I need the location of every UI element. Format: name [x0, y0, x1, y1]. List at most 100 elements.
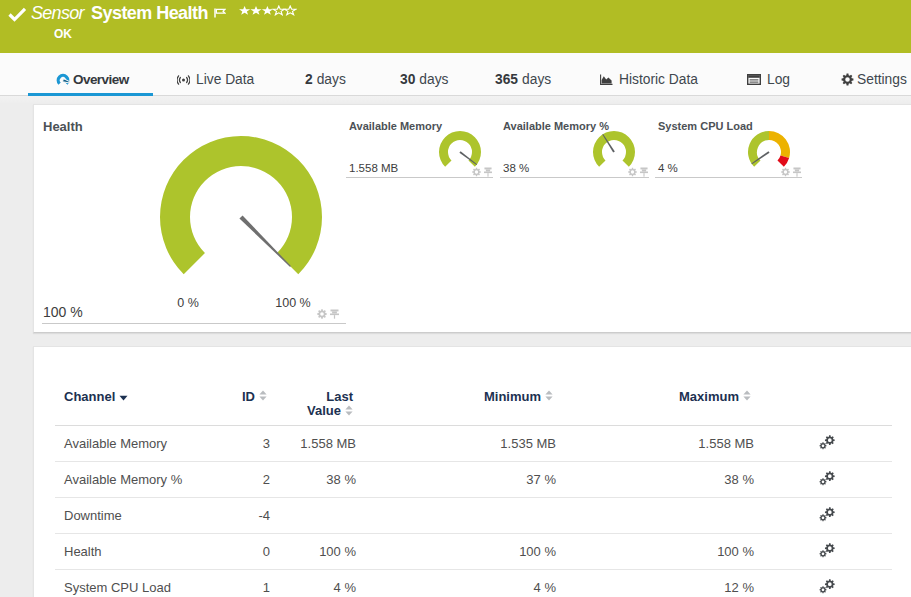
gauge-pin-icon[interactable] [484, 167, 492, 177]
tab-prefix: 30 [400, 72, 415, 87]
channel-row: Health0100 %100 %100 % [55, 534, 892, 570]
tab-prefix: 2 [305, 72, 313, 87]
channel-settings-gears-icon[interactable] [819, 435, 836, 453]
tab-overview[interactable]: Overview [29, 53, 129, 96]
gauge-gear-icon[interactable] [628, 167, 637, 177]
gauge-title: Available Memory [349, 120, 442, 132]
tab-label: days [317, 72, 346, 87]
gauge-value: 100 % [43, 304, 83, 320]
gauge-title: Health [43, 119, 83, 134]
tab-label: Historic Data [619, 72, 698, 87]
sort-toggle-icon [545, 389, 553, 404]
cell-id: 2 [191, 462, 279, 498]
column-header-max[interactable]: Maximum [565, 371, 763, 426]
cell-last: 1.558 MB [279, 426, 365, 462]
column-header-content: Maximum [679, 389, 751, 404]
cell-id: -4 [191, 498, 279, 534]
cell-last: 4 % [279, 570, 365, 597]
tab-live-data[interactable]: Live Data [177, 53, 254, 96]
cell-min: 37 % [365, 462, 565, 498]
sort-toggle-icon [743, 389, 751, 404]
tab-30-days[interactable]: 30days [400, 53, 449, 96]
cell-max [565, 498, 763, 534]
gauge-value: 4 % [658, 162, 678, 174]
column-label-line: Value [307, 403, 341, 418]
cell-min [365, 498, 565, 534]
column-header-channel[interactable]: Channel [55, 371, 191, 426]
historic-data-icon [599, 74, 613, 86]
sort-toggle-icon [259, 389, 267, 404]
column-label-line: Value [307, 404, 353, 419]
gauge-gear-icon[interactable] [781, 167, 790, 177]
cell-last: 38 % [279, 462, 365, 498]
gauge-arc-health [156, 132, 326, 277]
flag-icon[interactable] [214, 4, 226, 22]
gauge-scale-max: 100 % [275, 296, 310, 310]
gauge-pin-icon[interactable] [330, 309, 339, 319]
gauge-widget-icons [628, 167, 648, 177]
cell-actions [763, 534, 892, 570]
cell-min: 1.535 MB [365, 426, 565, 462]
tab-label: Overview [73, 72, 129, 87]
gauge-gear-icon[interactable] [317, 309, 327, 319]
gauge-value: 38 % [503, 162, 529, 174]
tab-settings[interactable]: Settings [841, 53, 907, 96]
column-header-id[interactable]: ID [191, 371, 279, 426]
tab-365-days[interactable]: 365 days [495, 53, 551, 96]
gauge-scale-min: 0 % [177, 296, 199, 310]
channel-settings-gears-icon[interactable] [819, 507, 836, 525]
column-header-content: ID [242, 389, 267, 404]
live-data-icon [177, 74, 190, 86]
gauge-widget-health[interactable]: Health 0 % 100 % 100 % [42, 113, 346, 324]
column-header-last[interactable]: LastValue [279, 371, 365, 426]
gauge-title: System CPU Load [658, 120, 753, 132]
channel-row: System CPU Load14 %4 %12 % [55, 570, 892, 597]
column-label: Channel [64, 389, 115, 404]
gauge-value: 1.558 MB [349, 162, 398, 174]
tab-historic-data[interactable]: Historic Data [599, 53, 698, 96]
channel-table: Channel ID LastValue Minimum Maximum Availabl… [55, 371, 892, 597]
column-label: ID [242, 389, 255, 404]
cell-channel[interactable]: Available Memory % [55, 462, 191, 498]
tab-2-days[interactable]: 2 days [305, 53, 346, 96]
tab-prefix: 365 [495, 72, 518, 87]
cell-channel[interactable]: Available Memory [55, 426, 191, 462]
channel-settings-gears-icon[interactable] [819, 579, 836, 597]
gauge-widget-available-memory[interactable]: Available Memory 1.558 MB [346, 113, 493, 178]
cell-last: 100 % [279, 534, 365, 570]
column-label: Maximum [679, 389, 739, 404]
cell-max: 12 % [565, 570, 763, 597]
gauge-icon [56, 73, 70, 86]
channel-row: Available Memory %238 %37 %38 % [55, 462, 892, 498]
gauge-arc-available-memory [435, 127, 485, 168]
cell-channel[interactable]: System CPU Load [55, 570, 191, 597]
gauge-widget-available-memory-pct[interactable]: Available Memory %38 % [500, 113, 649, 178]
cell-channel[interactable]: Health [55, 534, 191, 570]
tab-label: Settings [857, 72, 907, 87]
tab-label: Log [767, 72, 790, 87]
gauge-pin-icon[interactable] [640, 167, 648, 177]
gauges-panel: Health 0 % 100 % 100 % Available Memory 1.558… [33, 104, 911, 333]
gauge-widget-icons [781, 167, 801, 177]
priority-stars[interactable] [239, 3, 297, 21]
active-tab-underline [28, 93, 153, 96]
prtg-sensor-page: Sensor System Health OK OverviewLive Dat… [0, 0, 911, 597]
check-icon [8, 7, 27, 26]
gauge-gear-icon[interactable] [472, 167, 481, 177]
gauge-pin-icon[interactable] [793, 167, 801, 177]
tab-log[interactable]: Log [747, 53, 790, 96]
tab-label: days [522, 72, 551, 87]
column-label: Minimum [484, 389, 541, 404]
cell-id: 0 [191, 534, 279, 570]
gauge-widget-icons [317, 309, 339, 319]
channel-row: Available Memory31.558 MB1.535 MB1.558 M… [55, 426, 892, 462]
cell-id: 1 [191, 570, 279, 597]
cell-channel[interactable]: Downtime [55, 498, 191, 534]
gauge-widget-system-cpu-load[interactable]: System CPU Load 4 % [655, 113, 802, 178]
status-badge: OK [54, 27, 72, 41]
sensor-kind-label: Sensor [31, 1, 84, 26]
sort-desc-icon [119, 389, 128, 404]
column-header-min[interactable]: Minimum [365, 371, 565, 426]
channel-settings-gears-icon[interactable] [819, 543, 836, 561]
channel-settings-gears-icon[interactable] [819, 471, 836, 489]
